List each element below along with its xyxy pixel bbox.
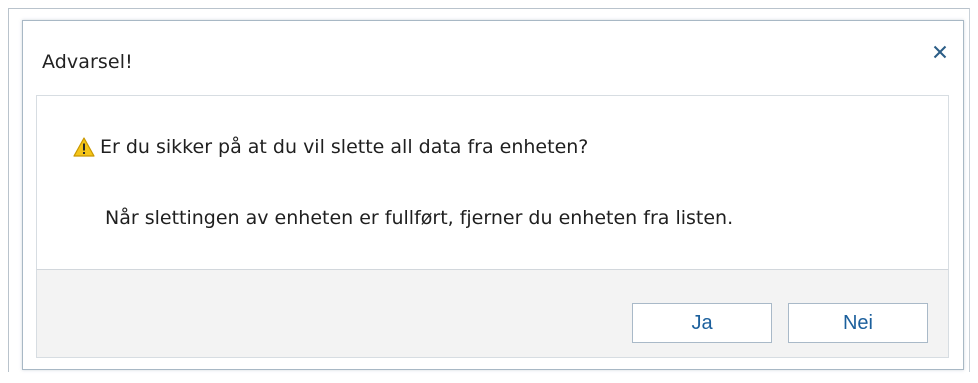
- dialog-title: Advarsel!: [42, 51, 133, 73]
- close-button[interactable]: [929, 41, 951, 63]
- warning-dialog: Advarsel! Er du sikker på at du vil slet…: [22, 20, 964, 370]
- close-icon[interactable]: [933, 45, 947, 59]
- dialog-footer: Ja Nei: [36, 269, 949, 358]
- page: Advarsel! Er du sikker på at du vil slet…: [0, 0, 978, 383]
- yes-button[interactable]: Ja: [632, 303, 772, 343]
- warning-icon: [73, 137, 95, 157]
- dialog-content: Er du sikker på at du vil slette all dat…: [36, 95, 949, 269]
- dialog-title-bar: Advarsel!: [23, 21, 963, 95]
- warning-message-row: Er du sikker på at du vil slette all dat…: [73, 136, 588, 158]
- info-message: Når slettingen av enheten er fullført, f…: [105, 207, 734, 229]
- no-button[interactable]: Nei: [788, 303, 928, 343]
- confirmation-question: Er du sikker på at du vil slette all dat…: [100, 136, 589, 158]
